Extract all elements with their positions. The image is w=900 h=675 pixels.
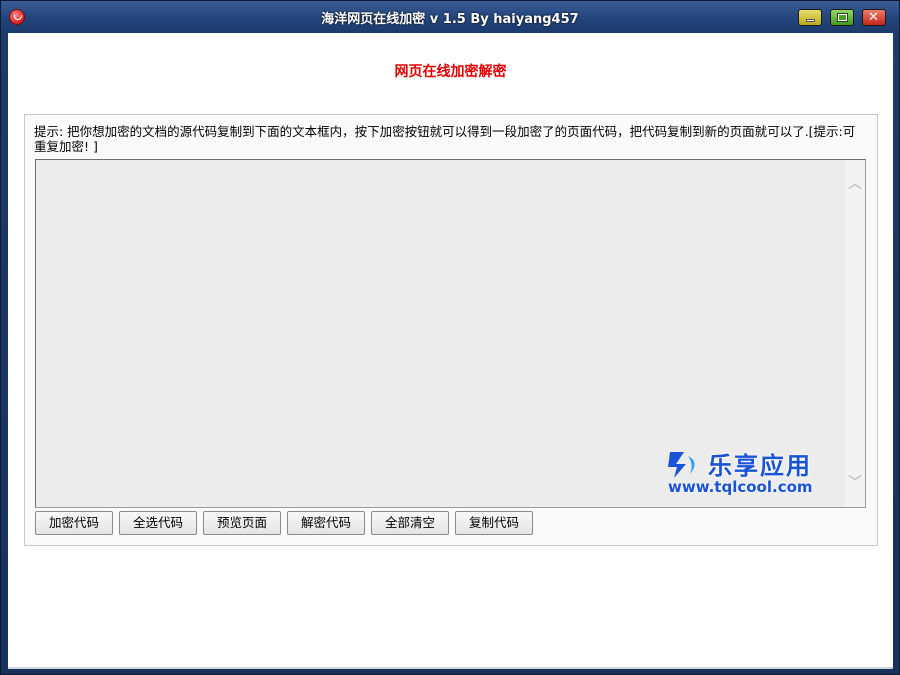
close-icon: ✕ (868, 10, 879, 25)
close-button[interactable]: ✕ (862, 9, 886, 26)
copy-code-button[interactable]: 复制代码 (455, 511, 533, 535)
window-title: 海洋网页在线加密 v 1.5 By haiyang457 (321, 12, 579, 27)
watermark-name: 乐享应用 (708, 452, 812, 480)
watermark-logo-icon (668, 452, 695, 478)
client-bottom-edge (8, 667, 893, 669)
page-heading: 网页在线加密解密 (394, 64, 507, 80)
vertical-scrollbar[interactable]: ︿ ﹀ (845, 160, 865, 507)
watermark: 乐享应用 www.tqlcool.com (664, 446, 844, 502)
action-button-row: 加密代码 全选代码 预览页面 解密代码 全部清空 复制代码 (35, 511, 866, 537)
hint-text: 提示: 把你想加密的文档的源代码复制到下面的文本框内，按下加密按钮就可以得到一段… (34, 124, 856, 154)
maximize-icon (837, 13, 848, 22)
title-bar[interactable]: 海洋网页在线加密 v 1.5 By haiyang457 ✕ (1, 1, 899, 33)
chevron-up-icon[interactable]: ︿ (845, 174, 865, 194)
decrypt-code-button[interactable]: 解密代码 (287, 511, 365, 535)
minimize-button[interactable] (798, 9, 822, 26)
encrypt-code-button[interactable]: 加密代码 (35, 511, 113, 535)
select-all-code-button[interactable]: 全选代码 (119, 511, 197, 535)
source-code-textarea[interactable]: ︿ ﹀ 乐享应用 www.tqlcool.com (35, 159, 866, 508)
maximize-button[interactable] (830, 9, 854, 26)
minimize-icon (806, 19, 815, 22)
app-window: 海洋网页在线加密 v 1.5 By haiyang457 ✕ 网页在线加密解密 … (0, 0, 900, 675)
watermark-url: www.tqlcool.com (668, 478, 813, 496)
clear-all-button[interactable]: 全部清空 (371, 511, 449, 535)
editor-panel: 提示: 把你想加密的文档的源代码复制到下面的文本框内，按下加密按钮就可以得到一段… (24, 114, 878, 546)
preview-page-button[interactable]: 预览页面 (203, 511, 281, 535)
client-area: 网页在线加密解密 提示: 把你想加密的文档的源代码复制到下面的文本框内，按下加密… (8, 33, 893, 669)
chevron-down-icon[interactable]: ﹀ (845, 473, 865, 493)
